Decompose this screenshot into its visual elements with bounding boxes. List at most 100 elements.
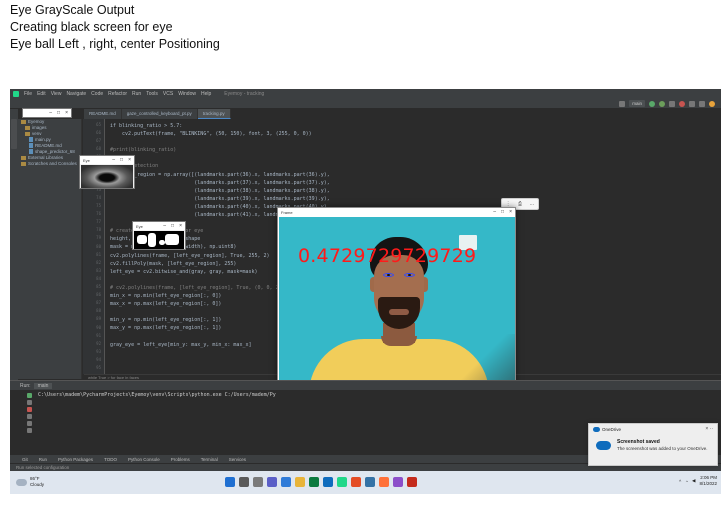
start-icon[interactable]: [225, 477, 235, 487]
code-line[interactable]: if blinking_ratio > 5.7:: [110, 122, 363, 130]
close-icon[interactable]: × ··: [705, 426, 713, 432]
tree-item-venv[interactable]: venv: [32, 131, 42, 136]
code-line[interactable]: [110, 138, 363, 146]
chrome-icon[interactable]: [351, 477, 361, 487]
menu-file[interactable]: File: [24, 91, 32, 97]
file-explorer-icon[interactable]: [295, 477, 305, 487]
stop-icon[interactable]: [679, 100, 685, 107]
run-icon[interactable]: [649, 100, 655, 107]
clock[interactable]: 2:06 PM 8/1/2022: [699, 475, 717, 487]
menu-tools[interactable]: Tools: [146, 91, 158, 97]
coverage-icon[interactable]: [669, 100, 675, 107]
tab-services[interactable]: Services: [229, 457, 246, 462]
line-number: 89: [96, 316, 101, 322]
code-line[interactable]: (landmarks.part(39).x, landmarks.part(39…: [110, 195, 363, 203]
teams-icon[interactable]: [267, 477, 277, 487]
code-line[interactable]: #print(blinking_ratio): [110, 146, 363, 154]
tree-item-predictor[interactable]: shape_predictor_68: [35, 149, 75, 154]
menu-run[interactable]: Run: [132, 91, 141, 97]
run-config-select[interactable]: main: [629, 100, 645, 107]
chevron-up-icon[interactable]: ^: [679, 479, 681, 484]
tab-readme[interactable]: README.md: [84, 109, 122, 119]
tab-gaze-keyboard[interactable]: gaze_controlled_keyboard_pt.py: [121, 109, 198, 119]
menu-refactor[interactable]: Refactor: [108, 91, 127, 97]
eye-mask-window[interactable]: Eye – □ ×: [132, 221, 186, 250]
stop-icon[interactable]: [27, 407, 32, 412]
tab-problems[interactable]: Problems: [171, 457, 190, 462]
wifi-icon[interactable]: ◔: [685, 479, 688, 484]
minimize-icon[interactable]: –: [163, 223, 166, 229]
menu-window[interactable]: Window: [178, 91, 196, 97]
search-icon[interactable]: [239, 477, 249, 487]
debug-icon[interactable]: [659, 100, 665, 107]
code-line[interactable]: [110, 154, 363, 162]
project-tool-tab[interactable]: [11, 119, 17, 149]
line-number: 79: [96, 235, 101, 241]
menu-navigate[interactable]: Navigate: [66, 91, 86, 97]
trash-icon[interactable]: [27, 428, 32, 433]
code-line[interactable]: (landmarks.part(37).x, landmarks.part(37…: [110, 179, 363, 187]
store-icon[interactable]: [323, 477, 333, 487]
overflow-icon[interactable]: …: [529, 201, 534, 207]
tab-python-packages[interactable]: Python Packages: [58, 457, 93, 462]
menu-vcs[interactable]: VCS: [163, 91, 173, 97]
run-tab-main[interactable]: main: [33, 382, 53, 389]
tree-item-external-libraries[interactable]: External Libraries: [28, 155, 63, 160]
maximize-icon[interactable]: □: [120, 157, 123, 163]
code-line[interactable]: cv2.putText(frame, "BLINKING", (50, 150)…: [110, 130, 363, 138]
app-icon[interactable]: [393, 477, 403, 487]
run-output[interactable]: C:\Users\madem\PycharmProjects\Eyemoy\ve…: [38, 392, 276, 398]
code-line[interactable]: # Gaze detection: [110, 162, 363, 170]
tab-git[interactable]: Git: [22, 457, 28, 462]
tree-item-scratches[interactable]: Scratches and Consoles: [28, 161, 77, 166]
small-window[interactable]: – □ ×: [22, 108, 72, 118]
tab-terminal[interactable]: Terminal: [201, 457, 218, 462]
minimize-icon[interactable]: –: [49, 110, 52, 116]
task-view-icon[interactable]: [253, 477, 263, 487]
xbox-icon[interactable]: [309, 477, 319, 487]
menu-code[interactable]: Code: [91, 91, 103, 97]
menu-view[interactable]: View: [51, 91, 62, 97]
eye-gray-window[interactable]: Eye – □ ×: [79, 155, 135, 189]
pycharm-taskbar-icon[interactable]: [337, 477, 347, 487]
tree-item-images[interactable]: images: [32, 125, 47, 130]
minimize-icon[interactable]: –: [112, 157, 115, 163]
maximize-icon[interactable]: □: [171, 223, 174, 229]
tab-python-console[interactable]: Python Console: [128, 457, 160, 462]
tab-todo[interactable]: TODO: [104, 457, 117, 462]
frame-window[interactable]: Frame – □ × 0.4729729729729: [277, 207, 516, 395]
weather-widget[interactable]: 86°F Cloudy: [16, 476, 44, 488]
user-icon[interactable]: [619, 100, 626, 107]
maximize-icon[interactable]: □: [501, 209, 504, 215]
wrap-icon[interactable]: [27, 414, 32, 419]
close-icon[interactable]: ×: [65, 110, 68, 116]
menu-help[interactable]: Help: [201, 91, 211, 97]
save-icon[interactable]: ⎙: [518, 201, 522, 207]
code-line[interactable]: (landmarks.part(38).x, landmarks.part(38…: [110, 187, 363, 195]
edge-icon[interactable]: [281, 477, 291, 487]
minimize-icon[interactable]: –: [493, 209, 496, 215]
up-icon[interactable]: [27, 400, 32, 405]
rerun-icon[interactable]: [27, 393, 32, 398]
tab-tracking[interactable]: tracking.py: [197, 109, 231, 119]
close-icon[interactable]: ×: [509, 209, 512, 215]
notifications-icon[interactable]: [709, 100, 715, 107]
menu-edit[interactable]: Edit: [37, 91, 46, 97]
firefox-icon[interactable]: [379, 477, 389, 487]
tree-item-readme[interactable]: README.md: [35, 143, 62, 148]
app-icon[interactable]: [407, 477, 417, 487]
close-icon[interactable]: ×: [179, 223, 182, 229]
maximize-icon[interactable]: □: [57, 110, 60, 116]
git-icon[interactable]: [689, 100, 695, 107]
python-icon[interactable]: [365, 477, 375, 487]
notification-title: Screenshot saved: [617, 439, 660, 445]
onedrive-notification[interactable]: OneDrive × ·· Screenshot saved The scree…: [588, 423, 718, 466]
search-icon[interactable]: [699, 100, 705, 107]
volume-icon[interactable]: ◀: [692, 478, 695, 484]
code-line[interactable]: left_eye_region = np.array([(landmarks.p…: [110, 171, 363, 179]
close-icon[interactable]: ×: [128, 157, 131, 163]
tab-run[interactable]: Run: [39, 457, 47, 462]
tree-item-main[interactable]: main.py: [35, 137, 51, 142]
tree-item-root[interactable]: Eyemoy: [28, 119, 44, 124]
print-icon[interactable]: [27, 421, 32, 426]
